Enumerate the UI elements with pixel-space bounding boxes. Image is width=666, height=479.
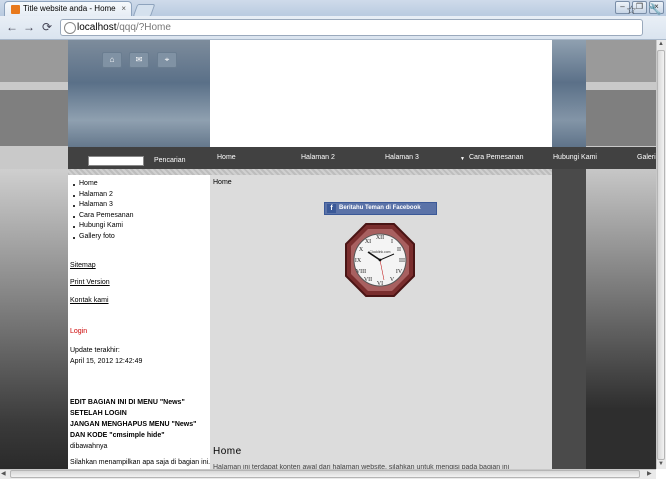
back-button[interactable]: ← [4,19,20,35]
menu-item-home[interactable]: Home [217,154,236,161]
sitemap-link[interactable]: Sitemap [70,262,96,269]
sidebar-item-gallery-foto[interactable]: Gallery foto [72,232,133,243]
facebook-icon: f [327,204,336,213]
svg-text:II: II [397,247,401,253]
sidebar-item-cara-pemesanan[interactable]: Cara Pemesanan [72,211,133,222]
url-path: /qqq/?Home [116,22,171,33]
url-host: localhost [77,22,117,33]
browser-tab[interactable]: Title website anda - Home × [4,1,132,16]
menu-item-cara-pemesanan[interactable]: Cara Pemesanan [469,154,523,161]
svg-text:III: III [399,258,405,264]
mail-icon[interactable]: ✉ [129,52,149,68]
header-banner [210,40,552,147]
horizontal-scroll-thumb[interactable] [10,470,640,478]
news-note: EDIT BAGIAN INI DI MENU "News" SETELAH L… [70,397,210,452]
right-column [552,169,586,469]
menu-item-galeri[interactable]: Galeri [637,154,656,161]
left-background [0,169,68,469]
sitemap-icon[interactable]: ⌖ [157,52,177,68]
login-link[interactable]: Login [70,328,87,335]
forward-button[interactable]: → [21,19,37,35]
right-background [586,169,656,469]
note-line: EDIT BAGIAN INI DI MENU "News" [70,399,185,406]
last-update: Update terakhir: April 15, 2012 12:42:49 [70,345,142,367]
page-icon [64,22,76,34]
print-version-link[interactable]: Print Version [70,279,110,286]
breadcrumb: Home [213,179,232,186]
favicon-icon [11,5,20,14]
svg-text:VII: VII [364,277,372,283]
search-input[interactable] [88,156,144,166]
url-text: localhost/qqq/?Home [77,22,171,33]
tab-close-icon[interactable]: × [121,4,126,13]
svg-text:VIII: VIII [356,269,366,275]
tab-title: Title website anda - Home [23,4,116,13]
svg-text:XI: XI [365,239,371,245]
page-heading: Home [213,446,242,457]
scroll-right-arrow-icon[interactable]: ▶ [647,470,652,477]
note-line: SETELAH LOGIN [70,410,127,417]
home-icon[interactable]: ⌂ [102,52,122,68]
svg-text:I: I [391,239,393,245]
menu-item-hubungi-kami[interactable]: Hubungi Kami [553,154,597,161]
reload-button[interactable]: ⟳ [39,19,55,35]
clock-brand: Clocklink.com [370,250,391,254]
vertical-scroll-thumb[interactable] [657,50,665,460]
note-line: DAN KODE "cmsimple hide" [70,432,165,439]
address-bar[interactable]: localhost/qqq/?Home [60,19,643,36]
wrench-icon[interactable]: 🔧 [648,3,662,16]
search-label[interactable]: Pencarian [154,157,186,164]
sidebar-item-halaman-2[interactable]: Halaman 2 [72,190,133,201]
svg-text:V: V [390,277,395,283]
note-line: JANGAN MENGHAPUS MENU "News" [70,421,197,428]
main-content [210,175,552,469]
facebook-share-button[interactable]: f Beritahu Teman di Facebook [324,202,437,215]
header-right-panel [552,40,586,147]
contact-link[interactable]: Kontak kami [70,297,109,304]
menu-item-halaman-3[interactable]: Halaman 3 [385,154,419,161]
sidebar-item-home[interactable]: Home [72,179,133,190]
sidebar-item-halaman-3[interactable]: Halaman 3 [72,200,133,211]
browser-toolbar: ← → ⟳ localhost/qqq/?Home [0,16,666,40]
update-date: April 15, 2012 12:42:49 [70,358,143,365]
scroll-up-arrow-icon[interactable]: ▲ [658,41,664,47]
scroll-left-arrow-icon[interactable]: ◀ [1,470,6,477]
svg-text:IV: IV [396,269,403,275]
update-label: Update terakhir: [70,347,120,354]
facebook-share-label: Beritahu Teman di Facebook [339,205,421,211]
svg-text:X: X [359,247,364,253]
sidebar-item-hubungi-kami[interactable]: Hubungi Kami [72,221,133,232]
bookmark-star-icon[interactable]: ☆ [626,3,637,17]
sidebar-nav: Home Halaman 2 Halaman 3 Cara Pemesanan … [72,179,133,242]
menu-item-halaman-2[interactable]: Halaman 2 [301,154,335,161]
svg-text:XII: XII [376,235,384,241]
news-text: Silahkan menampilkan apa saja di bagian … [70,459,211,466]
svg-text:VI: VI [377,281,383,287]
clock-widget: XIIIII IIIIVV VIVIIVIII IXXXI Clocklink.… [345,223,415,297]
note-line: dibawahnya [70,443,108,450]
scroll-down-arrow-icon[interactable]: ▼ [658,461,664,467]
svg-text:IX: IX [355,258,362,264]
dropdown-arrow-icon: ▼ [460,156,465,162]
